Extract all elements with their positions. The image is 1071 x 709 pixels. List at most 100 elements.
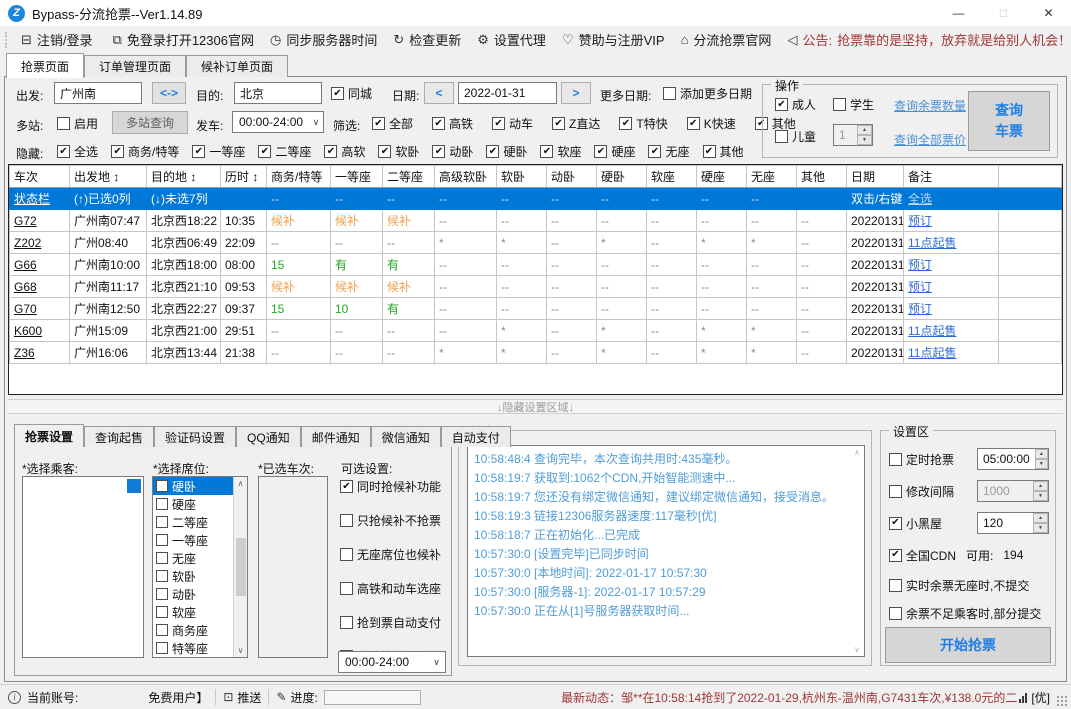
scrollbar-thumb[interactable] <box>236 538 246 596</box>
table-row-3[interactable]: G68广州南11:17北京西21:1009:53候补候补候补----------… <box>10 276 1062 298</box>
add-more-dates-checkbox[interactable]: 添加更多日期 <box>663 85 752 102</box>
cell-note[interactable]: 预订 <box>904 210 999 232</box>
filter-checkbox-2[interactable]: 动车 <box>492 115 533 132</box>
scroll-up-icon[interactable]: ∧ <box>854 448 860 457</box>
main-tab-0[interactable]: 抢票页面 <box>6 53 84 78</box>
settings-tab-0[interactable]: 抢票设置 <box>14 424 84 447</box>
seat-item-4[interactable]: 无座 <box>153 549 233 567</box>
toolbar-logout-login[interactable]: ⊟ 注销/登录 <box>13 30 101 49</box>
spin-up-icon[interactable]: ▲ <box>1033 481 1048 491</box>
date-input[interactable]: 2022-01-31 <box>458 82 557 104</box>
option-checkbox-0[interactable]: 同时抢候补功能 <box>340 478 450 495</box>
filter-checkbox-3[interactable]: Z直达 <box>552 115 600 132</box>
table-row-6[interactable]: Z36广州16:06北京西13:4421:38------**--*--**--… <box>10 342 1062 364</box>
col-header-0[interactable]: 车次 <box>10 166 70 188</box>
depart-time-combo[interactable]: 00:00-24:00 ∨ <box>232 111 324 133</box>
black-house-checkbox[interactable]: 小黑屋 <box>889 515 942 532</box>
spin-down-icon[interactable]: ▼ <box>1035 459 1048 469</box>
col-header-11[interactable]: 软座 <box>647 166 697 188</box>
col-header-6[interactable]: 二等座 <box>383 166 435 188</box>
hide-checkbox-10[interactable]: 无座 <box>648 143 689 160</box>
table-row-0[interactable]: G72广州南07:47北京西18:2210:35候补候补候补----------… <box>10 210 1062 232</box>
scroll-up-icon[interactable]: ∧ <box>238 479 244 488</box>
cell-note[interactable]: 11点起售 <box>904 342 999 364</box>
settings-tab-6[interactable]: 自动支付 <box>441 426 511 447</box>
child-checkbox[interactable]: 儿童 <box>775 128 816 145</box>
cell-train[interactable]: 状态栏 <box>10 188 70 210</box>
maximize-button[interactable]: □ <box>981 0 1026 26</box>
spin-up-icon[interactable]: ▲ <box>857 125 872 135</box>
toolbar-open-12306[interactable]: ⧉ 免登录打开12306官网 <box>105 30 262 49</box>
scroll-down-icon[interactable]: ∨ <box>854 645 860 654</box>
hide-settings-bar[interactable]: ↓隐藏设置区域↓ <box>8 399 1063 414</box>
cell-train[interactable]: Z36 <box>10 342 70 364</box>
student-checkbox[interactable]: 学生 <box>833 96 874 113</box>
selected-trains-listbox[interactable] <box>258 476 328 658</box>
settings-tab-2[interactable]: 验证码设置 <box>154 426 236 447</box>
cell-train[interactable]: G68 <box>10 276 70 298</box>
swap-stations-button[interactable]: <-> <box>152 82 186 104</box>
close-button[interactable]: ✕ <box>1026 0 1071 26</box>
col-header-10[interactable]: 硬卧 <box>597 166 647 188</box>
hide-checkbox-6[interactable]: 动卧 <box>432 143 473 160</box>
spinner-arrows[interactable]: ▲▼ <box>857 125 872 145</box>
hide-checkbox-3[interactable]: 二等座 <box>258 143 311 160</box>
table-row-2[interactable]: G66广州南10:00北京西18:0008:0015有有------------… <box>10 254 1062 276</box>
push-label[interactable]: 推送 <box>237 689 261 706</box>
seat-item-0[interactable]: 硬卧 <box>153 477 233 495</box>
child-count-spinner[interactable]: 1 ▲▼ <box>833 124 873 146</box>
spin-up-icon[interactable]: ▲ <box>1035 449 1048 459</box>
black-house-spinner[interactable]: 120 ▲▼ <box>977 512 1049 534</box>
seat-item-9[interactable]: 特等座 <box>153 639 233 657</box>
col-header-4[interactable]: 商务/特等 <box>267 166 331 188</box>
option-checkbox-3[interactable]: 高铁和动车选座 <box>340 580 450 597</box>
col-header-15[interactable]: 日期 <box>847 166 904 188</box>
col-header-7[interactable]: 高级软卧 <box>435 166 497 188</box>
start-grab-button[interactable]: 开始抢票 <box>885 627 1051 663</box>
seat-scrollbar[interactable]: ∧ ∨ <box>233 477 247 657</box>
seat-item-5[interactable]: 软卧 <box>153 567 233 585</box>
col-header-3[interactable]: 历时 ↕ <box>221 166 267 188</box>
cell-train[interactable]: K600 <box>10 320 70 342</box>
adult-checkbox[interactable]: 成人 <box>775 96 816 113</box>
filter-checkbox-1[interactable]: 高铁 <box>432 115 473 132</box>
query-remaining-link[interactable]: 查询余票数量 <box>894 97 966 114</box>
hide-checkbox-7[interactable]: 硬卧 <box>486 143 527 160</box>
interval-spinner[interactable]: 1000 ▲▼ <box>977 480 1049 502</box>
cell-note[interactable]: 全选 <box>904 188 999 210</box>
spinner-arrows[interactable]: ▲▼ <box>1035 449 1048 469</box>
settings-tab-5[interactable]: 微信通知 <box>371 426 441 447</box>
hide-checkbox-11[interactable]: 其他 <box>703 143 744 160</box>
cdn-checkbox[interactable]: 全国CDN <box>889 547 956 564</box>
col-header-9[interactable]: 动卧 <box>547 166 597 188</box>
cell-train[interactable]: G72 <box>10 210 70 232</box>
cell-note[interactable]: 预订 <box>904 276 999 298</box>
resize-grip[interactable] <box>1056 695 1068 707</box>
multi-query-button[interactable]: 多站查询 <box>112 111 188 134</box>
spinner-arrows[interactable]: ▲▼ <box>1033 481 1048 501</box>
col-header-13[interactable]: 无座 <box>747 166 797 188</box>
col-header-2[interactable]: 目的地 ↕ <box>147 166 221 188</box>
hide-checkbox-5[interactable]: 软卧 <box>378 143 419 160</box>
hide-checkbox-4[interactable]: 高软 <box>324 143 365 160</box>
spinner-arrows[interactable]: ▲▼ <box>1033 513 1048 533</box>
seat-item-2[interactable]: 二等座 <box>153 513 233 531</box>
minimize-button[interactable]: — <box>936 0 981 26</box>
option-checkbox-1[interactable]: 只抢候补不抢票 <box>340 512 450 529</box>
col-header-14[interactable]: 其他 <box>797 166 847 188</box>
table-row-5[interactable]: K600广州15:09北京西21:0029:51--------*--*--**… <box>10 320 1062 342</box>
main-tab-2[interactable]: 候补订单页面 <box>186 55 288 77</box>
col-header-8[interactable]: 软卧 <box>497 166 547 188</box>
hide-checkbox-2[interactable]: 一等座 <box>192 143 245 160</box>
hide-checkbox-8[interactable]: 软座 <box>540 143 581 160</box>
col-header-1[interactable]: 出发地 ↕ <box>70 166 147 188</box>
seat-item-7[interactable]: 软座 <box>153 603 233 621</box>
seat-item-6[interactable]: 动卧 <box>153 585 233 603</box>
table-row-1[interactable]: Z202广州08:40北京西06:4922:09------**--*--**-… <box>10 232 1062 254</box>
grab-time-range-combo[interactable]: 00:00-24:00 ∨ <box>338 651 446 673</box>
output-scrollbar[interactable]: ∧ ∨ <box>850 446 864 656</box>
hide-checkbox-0[interactable]: 全选 <box>57 143 98 160</box>
spin-down-icon[interactable]: ▼ <box>1033 491 1048 501</box>
output-listbox[interactable]: 10:58:48:4 查询完毕，本次查询共用时:435毫秒。10:58:19:7… <box>467 445 865 657</box>
seat-item-1[interactable]: 硬座 <box>153 495 233 513</box>
